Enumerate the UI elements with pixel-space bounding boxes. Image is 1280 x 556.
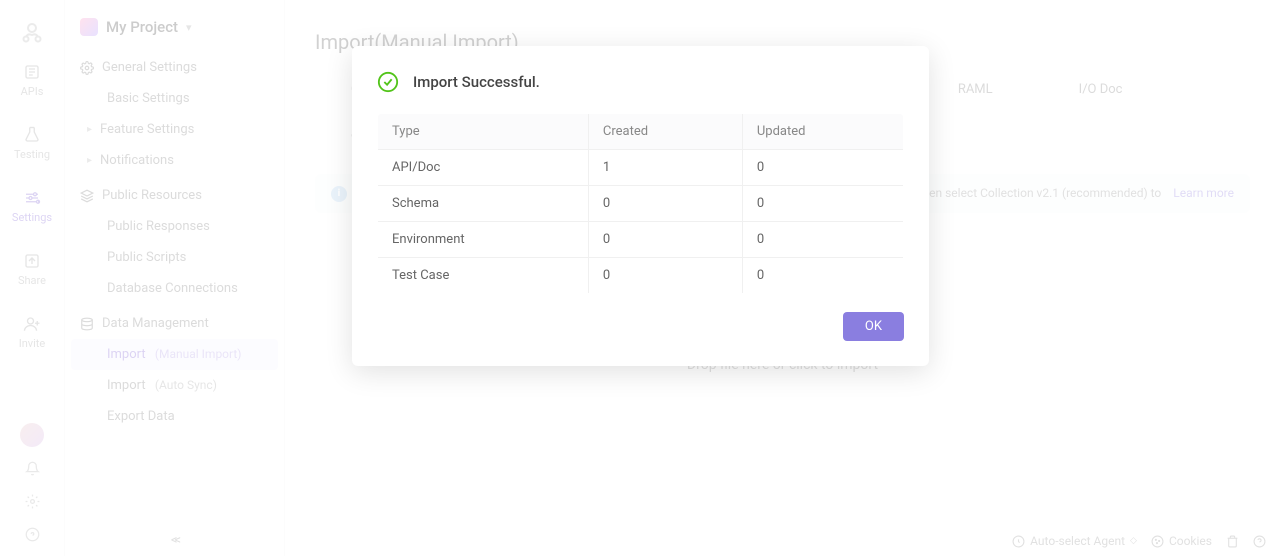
col-created: Created xyxy=(588,114,742,150)
col-updated: Updated xyxy=(742,114,903,150)
success-check-icon xyxy=(377,71,399,93)
table-row: Environment 0 0 xyxy=(378,222,904,258)
table-row: Test Case 0 0 xyxy=(378,258,904,294)
col-type: Type xyxy=(378,114,589,150)
table-row: Schema 0 0 xyxy=(378,186,904,222)
table-row: API/Doc 1 0 xyxy=(378,150,904,186)
import-result-table: Type Created Updated API/Doc 1 0 Schema … xyxy=(377,113,904,294)
import-result-modal: Import Successful. Type Created Updated … xyxy=(352,46,929,366)
ok-button[interactable]: OK xyxy=(843,312,904,341)
modal-title: Import Successful. xyxy=(413,73,540,91)
